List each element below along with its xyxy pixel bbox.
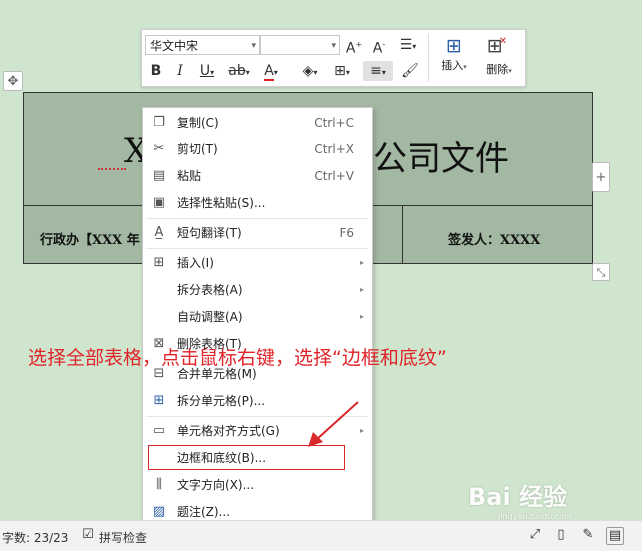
menu-item-shortcut: F6 — [339, 226, 354, 240]
table-insert-icon: ⊞ — [446, 35, 462, 57]
reading-mode-icon[interactable]: ▯ — [553, 527, 569, 543]
menu-item-label: 单元格对齐方式(G) — [177, 424, 280, 438]
page-view-icon[interactable]: ▤ — [606, 527, 624, 545]
menu-item-label: 短句翻译(T) — [177, 226, 242, 240]
chevron-right-icon: ▸ — [359, 258, 364, 267]
table-column-divider — [402, 206, 403, 263]
chevron-down-icon: ▾ — [331, 41, 336, 51]
bold-icon[interactable]: B — [145, 61, 167, 81]
paste-icon: ▤ — [152, 168, 166, 183]
menu-separator — [147, 248, 368, 249]
status-bar: 字数: 23/23 ☑ 拼写检查 ⤢ ▯ ✎ ▤ — [0, 520, 642, 551]
menu-item-paste-special[interactable]: ▣ 选择性粘贴(S)... — [143, 190, 372, 216]
line-spacing-icon[interactable]: ☰▾ — [393, 35, 423, 55]
table-insert-icon: ⊞ — [153, 255, 165, 270]
menu-item-label: 剪切(T) — [177, 142, 218, 156]
fullscreen-icon[interactable]: ⤢ — [527, 527, 543, 543]
watermark-subtext: jingyan.baidu.com — [498, 512, 572, 521]
menu-item-copy[interactable]: ❐ 复制(C) Ctrl+C — [143, 110, 372, 136]
cell-align-icon: ▭ — [152, 423, 166, 438]
delete-label: 删除 — [486, 63, 509, 76]
signer-text: 签发人：XXXX — [448, 233, 541, 248]
toolbar-divider — [428, 34, 429, 82]
shading-icon[interactable]: ◈▾ — [295, 61, 325, 81]
edit-mode-icon[interactable]: ✎ — [580, 527, 596, 543]
menu-item-label: 粘贴 — [177, 169, 202, 183]
menu-item-label: 复制(C) — [177, 116, 219, 130]
spell-check-button[interactable]: 拼写检查 — [99, 529, 147, 546]
menu-item-cut[interactable]: ✂ 剪切(T) Ctrl+X — [143, 136, 372, 162]
menu-item-shortcut: Ctrl+V — [314, 169, 354, 183]
context-menu: ❐ 复制(C) Ctrl+C ✂ 剪切(T) Ctrl+X ▤ 粘贴 Ctrl+… — [142, 107, 373, 536]
increase-font-icon[interactable]: A+ — [343, 35, 365, 57]
table-move-handle-icon[interactable]: ✥ — [3, 71, 23, 91]
menu-item-auto-fit[interactable]: 自动调整(A) ▸ — [143, 304, 372, 330]
font-size-select[interactable]: ▾ — [260, 35, 340, 55]
chevron-down-icon: ▾ — [251, 41, 256, 51]
underline-icon[interactable]: U▾ — [193, 61, 221, 81]
paste-special-icon: ▣ — [152, 195, 166, 210]
word-count[interactable]: 字数: 23/23 — [2, 529, 68, 546]
resize-table-icon[interactable]: ⤡ — [592, 263, 610, 281]
tutorial-annotation: 选择全部表格，点击鼠标右键，选择“边框和底纹” — [28, 347, 447, 369]
menu-item-text-direction[interactable]: ⫼ 文字方向(X)... — [143, 472, 372, 498]
menu-item-label: 文字方向(X)... — [177, 478, 255, 492]
font-name-value: 华文中宋 — [150, 39, 199, 53]
menu-item-label: 选择性粘贴(S)... — [177, 196, 266, 210]
chevron-right-icon: ▸ — [359, 312, 364, 321]
format-painter-icon[interactable]: 🖌 — [399, 61, 421, 81]
italic-icon[interactable]: I — [169, 61, 191, 81]
menu-item-split-table[interactable]: 拆分表格(A) ▸ — [143, 277, 372, 303]
baidu-jingyan-watermark: Bai 经验 jingyan.baidu.com — [468, 477, 608, 521]
delete-table-button[interactable]: ⊞✕ 删除▾ — [478, 34, 520, 82]
menu-item-label: 自动调整(A) — [177, 310, 243, 324]
menu-item-shortcut: Ctrl+C — [314, 116, 354, 130]
menu-item-label: 拆分单元格(P)... — [177, 394, 266, 408]
document-title-right: 公司文件 — [373, 139, 509, 179]
insert-label: 插入 — [441, 59, 464, 72]
copy-icon: ❐ — [153, 115, 165, 130]
font-name-select[interactable]: 华文中宋 ▾ — [145, 35, 260, 55]
menu-item-label: 插入(I) — [177, 256, 214, 270]
caption-icon: ▨ — [152, 504, 166, 519]
menu-item-translate[interactable]: A̲ 短句翻译(T) F6 — [143, 220, 372, 246]
spell-check-icon: ☑ — [82, 527, 94, 542]
menu-separator — [147, 218, 368, 219]
annotation-arrow — [308, 401, 359, 447]
align-icon[interactable]: ≡▾ — [363, 61, 393, 81]
floating-format-toolbar: 华文中宋 ▾ ▾ A+ A- ☰▾ B I U▾ ab▾ A▾ ◈▾ ⊞▾ ≡▾… — [141, 29, 526, 87]
translate-icon: A̲ — [154, 225, 164, 240]
menu-item-insert[interactable]: ⊞ 插入(I) ▸ — [143, 250, 372, 276]
scissors-icon: ✂ — [153, 141, 165, 156]
chevron-right-icon: ▸ — [359, 285, 364, 294]
menu-item-shortcut: Ctrl+X — [314, 142, 354, 156]
watermark-text: Bai 经验 — [468, 483, 568, 511]
border-icon[interactable]: ⊞▾ — [329, 61, 355, 81]
spell-error-underline — [98, 165, 126, 170]
split-cells-icon: ⊞ — [153, 393, 165, 408]
insert-table-button[interactable]: ⊞ 插入▾ — [434, 34, 474, 82]
menu-item-label: 拆分表格(A) — [177, 283, 243, 297]
text-direction-icon: ⫼ — [156, 477, 162, 492]
add-column-icon[interactable]: + — [592, 162, 610, 192]
font-color-icon[interactable]: A▾ — [257, 61, 285, 81]
table-delete-icon: ⊞✕ — [486, 35, 508, 57]
strikethrough-icon[interactable]: ab▾ — [225, 61, 253, 81]
decrease-font-icon[interactable]: A- — [368, 35, 390, 57]
menu-item-paste[interactable]: ▤ 粘贴 Ctrl+V — [143, 163, 372, 189]
issuer-text: 行政办【XXX 年 — [40, 233, 140, 248]
